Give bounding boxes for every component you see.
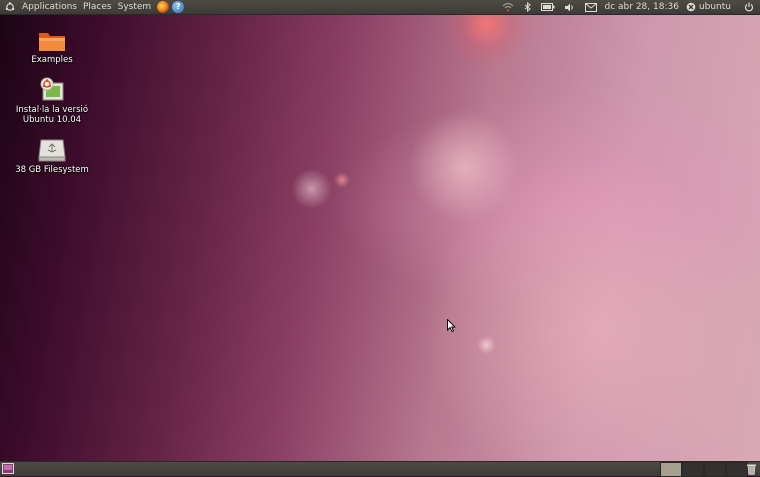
drive-icon bbox=[38, 139, 66, 162]
desktop-icon-installer[interactable]: Instal·la la versió Ubuntu 10.04 bbox=[9, 75, 95, 125]
system-menu[interactable]: System bbox=[115, 2, 155, 12]
firefox-launcher-icon[interactable] bbox=[157, 1, 170, 13]
folder-icon bbox=[39, 33, 65, 51]
desktop-icon-examples[interactable]: Examples bbox=[9, 29, 95, 65]
mouse-cursor-icon bbox=[447, 319, 456, 332]
desktop[interactable]: Examples Instal·la la versió Ubuntu 10.0… bbox=[0, 15, 760, 461]
places-menu[interactable]: Places bbox=[80, 2, 115, 12]
applications-menu[interactable]: Applications bbox=[19, 2, 80, 12]
trash-icon[interactable] bbox=[746, 463, 757, 475]
top-panel: Applications Places System ? dc abr 28, … bbox=[0, 0, 760, 15]
network-icon[interactable] bbox=[502, 2, 514, 12]
desktop-icon-label: Examples bbox=[31, 55, 73, 65]
volume-icon[interactable] bbox=[564, 3, 575, 12]
menu-bar: Applications Places System ? bbox=[0, 0, 185, 14]
desktop-icon-filesystem[interactable]: 38 GB Filesystem bbox=[9, 137, 95, 175]
help-launcher-icon[interactable]: ? bbox=[172, 1, 185, 13]
shutdown-icon[interactable] bbox=[744, 2, 754, 12]
ubuntu-logo-icon[interactable] bbox=[5, 2, 15, 12]
clock[interactable]: dc abr 28, 18:36 bbox=[605, 2, 679, 12]
installer-icon bbox=[40, 77, 64, 101]
desktop-icon-label: 38 GB Filesystem bbox=[15, 165, 89, 175]
bluetooth-icon[interactable] bbox=[524, 2, 531, 12]
bottom-panel bbox=[0, 461, 760, 477]
user-status-icon bbox=[686, 2, 696, 12]
battery-icon[interactable] bbox=[540, 3, 555, 11]
mail-icon[interactable] bbox=[584, 2, 597, 12]
show-desktop-icon[interactable] bbox=[2, 463, 14, 474]
system-tray: dc abr 28, 18:36 ubuntu bbox=[497, 0, 760, 14]
workspace-switcher bbox=[660, 462, 748, 477]
desktop-icon-label: Instal·la la versió Ubuntu 10.04 bbox=[15, 105, 89, 125]
user-name: ubuntu bbox=[698, 2, 731, 12]
user-menu[interactable]: ubuntu bbox=[686, 2, 731, 12]
